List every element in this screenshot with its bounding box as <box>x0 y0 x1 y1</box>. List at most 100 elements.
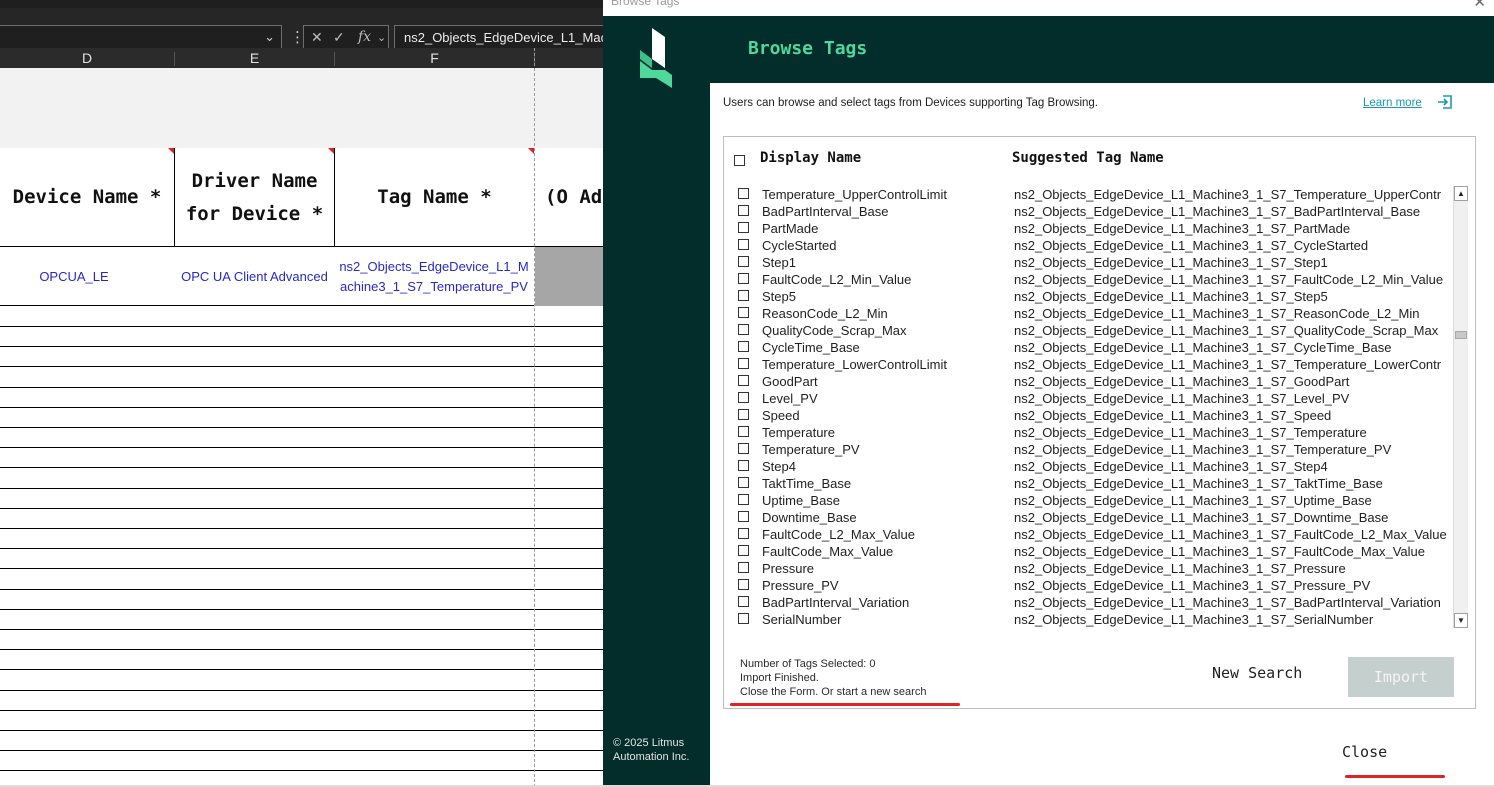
tag-suggested-name: ns2_Objects_EdgeDevice_L1_Machine3_1_S7_… <box>1014 527 1447 542</box>
header-cell-address[interactable]: (O Addr <box>545 148 604 247</box>
tag-row[interactable]: Uptime_Base ns2_Objects_EdgeDevice_L1_Mac… <box>724 492 1450 509</box>
tag-checkbox[interactable] <box>738 426 749 437</box>
name-box[interactable]: ⌄ <box>0 25 282 50</box>
comment-indicator[interactable] <box>328 148 334 154</box>
header-cell-tag-name[interactable]: Tag Name * <box>335 148 534 247</box>
tag-display-name: PartMade <box>762 221 819 236</box>
confirm-icon[interactable]: ✓ <box>333 29 345 46</box>
tag-checkbox[interactable] <box>738 613 749 624</box>
tag-row[interactable]: FaultCode_L2_Min_Value ns2_Objects_EdgeDe… <box>724 271 1450 288</box>
tag-checkbox[interactable] <box>738 460 749 471</box>
formula-input[interactable]: ns2_Objects_EdgeDevice_L1_Machine3_1_S7_… <box>394 25 604 50</box>
comment-indicator[interactable] <box>168 148 174 154</box>
tag-row[interactable]: CycleStarted ns2_Objects_EdgeDevice_L1_Ma… <box>724 237 1450 254</box>
learn-more-link[interactable]: Learn more <box>1363 97 1422 109</box>
tag-checkbox[interactable] <box>738 290 749 301</box>
tag-checkbox[interactable] <box>738 273 749 284</box>
tag-checkbox[interactable] <box>738 579 749 590</box>
cell-driver-name[interactable]: OPC UA Client Advanced <box>175 247 334 306</box>
tag-row[interactable]: Level_PV ns2_Objects_EdgeDevice_L1_Machin… <box>724 390 1450 407</box>
tag-checkbox[interactable] <box>738 596 749 607</box>
tag-display-name: Downtime_Base <box>762 510 857 525</box>
tag-display-name: Speed <box>762 408 800 423</box>
insert-function-icon[interactable]: fx <box>358 29 371 45</box>
tag-row[interactable]: PartMade ns2_Objects_EdgeDevice_L1_Machin… <box>724 220 1450 237</box>
tag-checkbox[interactable] <box>738 375 749 386</box>
tag-checkbox[interactable] <box>738 511 749 522</box>
tag-checkbox[interactable] <box>738 494 749 505</box>
tag-checkbox[interactable] <box>738 528 749 539</box>
scrollbar[interactable]: ▲ ▼ <box>1453 186 1468 628</box>
new-search-button[interactable]: New Search <box>1212 664 1302 682</box>
close-icon[interactable]: ✕ <box>1473 0 1486 11</box>
tag-row[interactable]: SerialNumber ns2_Objects_EdgeDevice_L1_Ma… <box>724 611 1450 628</box>
tag-checkbox[interactable] <box>738 205 749 216</box>
tag-suggested-name: ns2_Objects_EdgeDevice_L1_Machine3_1_S7_… <box>1014 289 1328 304</box>
column-header-f[interactable]: F <box>335 50 534 66</box>
tag-checkbox[interactable] <box>738 341 749 352</box>
tag-checkbox[interactable] <box>738 443 749 454</box>
tag-checkbox[interactable] <box>738 409 749 420</box>
chevron-down-icon[interactable]: ⌄ <box>264 29 275 45</box>
scrollbar-thumb[interactable] <box>1455 331 1467 339</box>
chevron-down-icon[interactable]: ⌄ <box>377 31 386 44</box>
tag-row[interactable]: TaktTime_Base ns2_Objects_EdgeDevice_L1_M… <box>724 475 1450 492</box>
scroll-up-icon[interactable]: ▲ <box>1454 186 1468 201</box>
tag-display-name: Pressure_PV <box>762 578 839 593</box>
tag-display-name: FaultCode_L2_Max_Value <box>762 527 915 542</box>
tag-suggested-name: ns2_Objects_EdgeDevice_L1_Machine3_1_S7_… <box>1014 374 1350 389</box>
tag-checkbox[interactable] <box>738 256 749 267</box>
tag-row[interactable]: ReasonCode_L2_Min ns2_Objects_EdgeDevice_… <box>724 305 1450 322</box>
tag-row[interactable]: BadPartInterval_Base ns2_Objects_EdgeDevi… <box>724 203 1450 220</box>
cell-device-name[interactable]: OPCUA_LE <box>0 247 148 306</box>
scroll-down-icon[interactable]: ▼ <box>1454 613 1468 628</box>
external-link-icon[interactable] <box>1437 94 1453 110</box>
grid-line <box>0 568 604 569</box>
tag-row[interactable]: Temperature_PV ns2_Objects_EdgeDevice_L1_… <box>724 441 1450 458</box>
tag-row[interactable]: FaultCode_L2_Max_Value ns2_Objects_EdgeDe… <box>724 526 1450 543</box>
tag-row[interactable]: CycleTime_Base ns2_Objects_EdgeDevice_L1_… <box>724 339 1450 356</box>
tag-row[interactable]: Step5 ns2_Objects_EdgeDevice_L1_Machine3_… <box>724 288 1450 305</box>
tag-row[interactable]: Step4 ns2_Objects_EdgeDevice_L1_Machine3_… <box>724 458 1450 475</box>
grid-line <box>0 690 604 691</box>
header-cell-driver-name[interactable]: Driver Name for Device * <box>175 148 334 247</box>
tag-suggested-name: ns2_Objects_EdgeDevice_L1_Machine3_1_S7_… <box>1014 612 1374 627</box>
tag-checkbox[interactable] <box>738 477 749 488</box>
tag-checkbox[interactable] <box>738 307 749 318</box>
tag-row[interactable]: FaultCode_Max_Value ns2_Objects_EdgeDevic… <box>724 543 1450 560</box>
tag-checkbox[interactable] <box>738 239 749 250</box>
tag-row[interactable]: Temperature ns2_Objects_EdgeDevice_L1_Mac… <box>724 424 1450 441</box>
import-button[interactable]: Import <box>1348 657 1454 697</box>
column-header-d[interactable]: D <box>0 50 174 66</box>
header-cell-device-name[interactable]: Device Name * <box>0 148 174 247</box>
tag-row[interactable]: GoodPart ns2_Objects_EdgeDevice_L1_Machin… <box>724 373 1450 390</box>
select-all-checkbox[interactable] <box>734 155 745 166</box>
close-button[interactable]: Close <box>1342 743 1387 761</box>
tag-checkbox[interactable] <box>738 188 749 199</box>
tag-row[interactable]: Pressure_PV ns2_Objects_EdgeDevice_L1_Mac… <box>724 577 1450 594</box>
tag-row[interactable]: Temperature_UpperControlLimit ns2_Objects… <box>724 186 1450 203</box>
tag-suggested-name: ns2_Objects_EdgeDevice_L1_Machine3_1_S7_… <box>1014 306 1420 321</box>
tag-checkbox[interactable] <box>738 562 749 573</box>
tag-checkbox[interactable] <box>738 358 749 369</box>
column-header-e[interactable]: E <box>175 50 334 66</box>
tag-row[interactable]: QualityCode_Scrap_Max ns2_Objects_EdgeDev… <box>724 322 1450 339</box>
cancel-icon[interactable]: ✕ <box>311 29 323 46</box>
tag-checkbox[interactable] <box>738 545 749 556</box>
tag-suggested-name: ns2_Objects_EdgeDevice_L1_Machine3_1_S7_… <box>1014 561 1346 576</box>
table-header-row: Device Name * Driver Name for Device * T… <box>0 148 604 247</box>
tag-checkbox[interactable] <box>738 324 749 335</box>
tag-row[interactable]: Speed ns2_Objects_EdgeDevice_L1_Machine3_… <box>724 407 1450 424</box>
tag-checkbox[interactable] <box>738 392 749 403</box>
grid-line <box>0 528 604 529</box>
tag-display-name: Temperature_UpperControlLimit <box>762 187 947 202</box>
tag-row[interactable]: Downtime_Base ns2_Objects_EdgeDevice_L1_M… <box>724 509 1450 526</box>
tag-row[interactable]: Pressure ns2_Objects_EdgeDevice_L1_Machin… <box>724 560 1450 577</box>
tag-row[interactable]: Step1 ns2_Objects_EdgeDevice_L1_Machine3_… <box>724 254 1450 271</box>
tag-row[interactable]: BadPartInterval_Variation ns2_Objects_Edg… <box>724 594 1450 611</box>
grid-line <box>0 710 604 711</box>
cell-tag-name[interactable]: ns2_Objects_EdgeDevice_L1_Machine3_1_S7_… <box>335 247 533 306</box>
tag-row[interactable]: Temperature_LowerControlLimit ns2_Objects… <box>724 356 1450 373</box>
cell-address[interactable] <box>535 247 604 306</box>
tag-checkbox[interactable] <box>738 222 749 233</box>
